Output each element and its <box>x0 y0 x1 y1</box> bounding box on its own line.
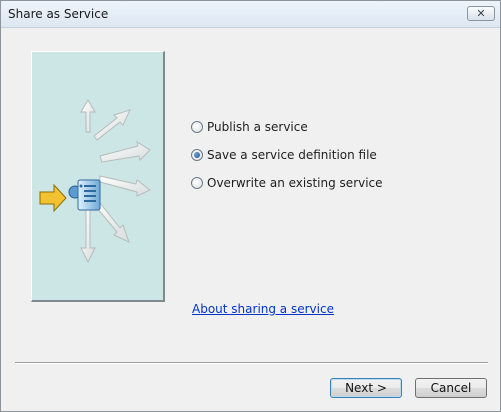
close-button[interactable]: ✕ <box>467 6 495 21</box>
publish-service-radio[interactable] <box>191 121 203 133</box>
save-definition-radio[interactable] <box>191 149 203 161</box>
separator <box>15 362 488 364</box>
share-as-service-dialog: Share as Service ✕ Publish a service Sav… <box>0 0 501 412</box>
dialog-body: Publish a service Save a service definit… <box>1 28 500 411</box>
cancel-button[interactable]: Cancel <box>415 378 487 398</box>
publish-service-label[interactable]: Publish a service <box>207 120 308 134</box>
share-service-illustration <box>31 51 165 302</box>
overwrite-service-radio[interactable] <box>191 177 203 189</box>
overwrite-service-label[interactable]: Overwrite an existing service <box>207 176 383 190</box>
title-bar: Share as Service ✕ <box>1 1 500 28</box>
close-icon: ✕ <box>476 7 486 20</box>
save-definition-label[interactable]: Save a service definition file <box>207 148 377 162</box>
next-button[interactable]: Next > <box>330 378 402 398</box>
share-service-arrows-icon <box>39 99 151 264</box>
dialog-title: Share as Service <box>8 7 109 21</box>
about-sharing-link[interactable]: About sharing a service <box>192 302 334 316</box>
